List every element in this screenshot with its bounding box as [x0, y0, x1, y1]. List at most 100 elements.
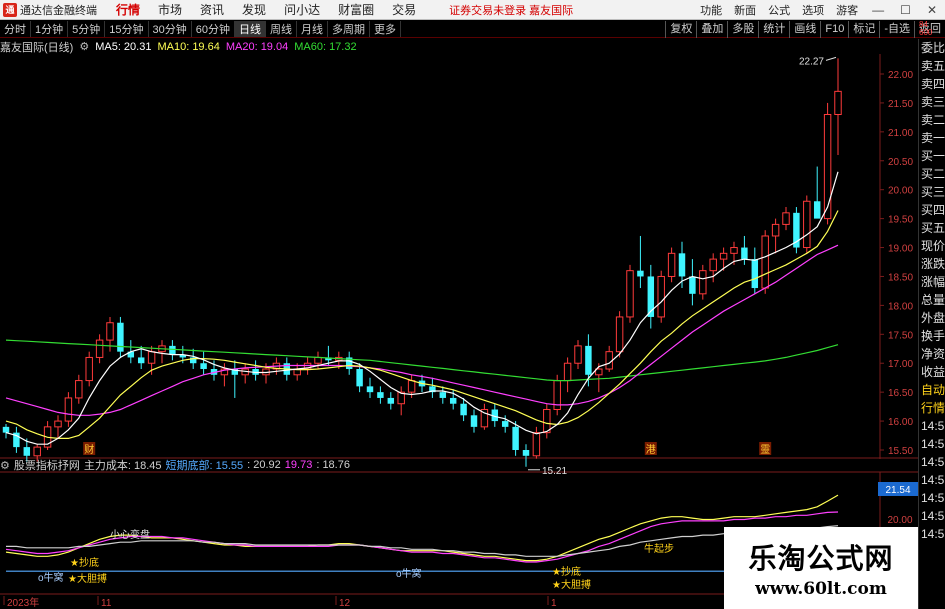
- indicator-current-value: 21.54: [885, 485, 910, 496]
- indicator-settings-icon[interactable]: ⚙: [0, 459, 10, 472]
- side-panel-item[interactable]: 14:5: [919, 489, 945, 507]
- candle-up: [563, 362, 572, 382]
- side-panel-item[interactable]: 卖五: [919, 57, 945, 75]
- candle-up: [106, 322, 114, 341]
- menu-item[interactable]: 市场: [149, 0, 191, 20]
- toolbar-button[interactable]: F10: [820, 21, 848, 38]
- menu-right-item[interactable]: 公式: [762, 2, 796, 18]
- side-panel-item[interactable]: 14:5: [919, 453, 945, 471]
- side-panel-item[interactable]: 收益: [919, 363, 945, 381]
- minimize-icon[interactable]: —: [864, 3, 892, 17]
- side-panel-item[interactable]: 换手: [919, 327, 945, 345]
- toolbar-button[interactable]: 标记: [848, 21, 879, 38]
- candle-up: [761, 235, 769, 289]
- period-tab[interactable]: 15分钟: [105, 21, 149, 37]
- high-arrow: [825, 56, 837, 61]
- price-tick-label: 20.00: [888, 186, 913, 197]
- bottom-label: 短期底部: 15.55: [165, 460, 244, 472]
- period-tab[interactable]: 1分钟: [31, 21, 69, 37]
- indicator-value-3: : 18.76: [316, 459, 350, 471]
- period-tab[interactable]: 30分钟: [149, 21, 192, 37]
- price-tick-label: 19.00: [888, 244, 913, 255]
- side-panel-item[interactable]: 卖二: [919, 111, 945, 129]
- candle-down: [689, 276, 696, 294]
- watermark-logo: 乐淘公式网 www.60lt.com: [724, 527, 918, 609]
- candle-up: [33, 446, 41, 457]
- side-panel-item[interactable]: 14:5: [919, 471, 945, 489]
- side-panel-item[interactable]: 净资: [919, 345, 945, 363]
- period-tab[interactable]: 分时: [0, 21, 31, 37]
- side-panel-item[interactable]: 总量: [919, 291, 945, 309]
- menu-right-item[interactable]: 新面: [728, 2, 762, 18]
- toolbar-button[interactable]: 多股: [727, 21, 758, 38]
- period-tab[interactable]: 多周期: [328, 21, 370, 37]
- period-tab[interactable]: 月线: [297, 21, 328, 37]
- quote-side-panel: 委比 卖五 卖四 卖三 卖二 卖一 买一 买二 买三 买四 买五 现价 涨跌 涨幅 总量 外盘 换手 净资 收益 自动…: [918, 39, 945, 609]
- candle-down: [741, 247, 748, 260]
- side-panel-item[interactable]: 买五: [919, 219, 945, 237]
- side-panel-item[interactable]: 自动: [919, 381, 945, 399]
- trade-notice[interactable]: 证券交易未登录 嘉友国际: [449, 2, 573, 18]
- side-panel-item[interactable]: 委比: [919, 39, 945, 57]
- menu-item[interactable]: 财富圈: [329, 0, 383, 20]
- period-tab[interactable]: 日线: [235, 21, 266, 37]
- side-panel-item[interactable]: 买一: [919, 147, 945, 165]
- menu-right-items: 功能 新面 公式 选项 游客: [694, 2, 864, 18]
- indicator-value-2: 19.73: [284, 459, 313, 471]
- side-panel-item[interactable]: 14:5: [919, 435, 945, 453]
- candle-down: [366, 386, 374, 393]
- price-tick-label: 18.50: [888, 272, 913, 283]
- candle-down: [2, 426, 10, 433]
- side-panel-item[interactable]: 买三: [919, 183, 945, 201]
- toolbar-button[interactable]: 复权: [665, 21, 696, 38]
- close-icon[interactable]: ✕: [919, 3, 945, 17]
- toolbar-button[interactable]: 叠加: [696, 21, 727, 38]
- menu-item[interactable]: 发现: [233, 0, 275, 20]
- menu-item[interactable]: 行情: [107, 0, 149, 20]
- side-panel-item[interactable]: 买二: [919, 165, 945, 183]
- period-tab[interactable]: 60分钟: [192, 21, 235, 37]
- side-panel-item[interactable]: 14:5: [919, 507, 945, 525]
- toolbar-button[interactable]: -自选: [879, 21, 914, 38]
- toolbar-button[interactable]: 统计: [758, 21, 789, 38]
- candle-up: [95, 339, 104, 358]
- side-panel-item[interactable]: 卖一: [919, 129, 945, 147]
- price-tick-label: 17.50: [888, 330, 913, 341]
- indicator-name[interactable]: 股票指标抒网: [14, 457, 80, 473]
- toolbar-button[interactable]: 画线: [789, 21, 820, 38]
- menu-item[interactable]: 资讯: [191, 0, 233, 20]
- maximize-icon[interactable]: ☐: [892, 3, 919, 17]
- side-panel-item[interactable]: 外盘: [919, 309, 945, 327]
- side-panel-item[interactable]: 卖三: [919, 93, 945, 111]
- candle-down: [137, 357, 145, 364]
- side-panel-item[interactable]: 买四: [919, 201, 945, 219]
- period-tab[interactable]: 更多: [370, 21, 401, 37]
- side-panel-item[interactable]: 现价: [919, 237, 945, 255]
- menu-bar: 通 通达信金融终端 行情 市场 资讯 发现 问小达 财富圈 交易 证券交易未登录 嘉友国际 …: [0, 0, 945, 20]
- menu-right-item[interactable]: 功能: [694, 2, 728, 18]
- watermark-title: 乐淘公式网: [748, 542, 894, 575]
- main-menu: 行情 市场 资讯 发现 问小达 财富圈 交易: [107, 0, 425, 20]
- side-panel-item[interactable]: 涨幅: [919, 273, 945, 291]
- side-panel-item[interactable]: 14:5: [919, 525, 945, 543]
- candle-down: [439, 392, 447, 398]
- candle-up: [823, 113, 832, 220]
- side-panel-item[interactable]: 涨跌: [919, 255, 945, 273]
- indicator-signal: 牛起步: [644, 542, 674, 555]
- candle-up: [75, 380, 83, 399]
- period-tab[interactable]: 5分钟: [68, 21, 106, 37]
- menu-item[interactable]: 问小达: [275, 0, 329, 20]
- candle-down: [813, 201, 821, 219]
- side-panel-item[interactable]: 卖四: [919, 75, 945, 93]
- candle-down: [637, 270, 644, 277]
- side-panel-item[interactable]: 行情: [919, 399, 945, 417]
- time-tick-label: 2023年: [7, 596, 39, 609]
- candle-down: [585, 345, 592, 375]
- indicator-legend: ⚙ 股票指标抒网 主力成本: 18.45 短期底部: 15.55 : 20.92…: [0, 458, 354, 472]
- menu-item[interactable]: 交易: [383, 0, 425, 20]
- menu-right-item[interactable]: 选项: [796, 2, 830, 18]
- candlestick-chart[interactable]: 22.00 21.50 21.00 20.50 20.00 19.50 19.00 18.50…: [0, 39, 918, 609]
- menu-right-item[interactable]: 游客: [830, 2, 864, 18]
- period-tab[interactable]: 周线: [266, 21, 297, 37]
- side-panel-item[interactable]: 14:5: [919, 417, 945, 435]
